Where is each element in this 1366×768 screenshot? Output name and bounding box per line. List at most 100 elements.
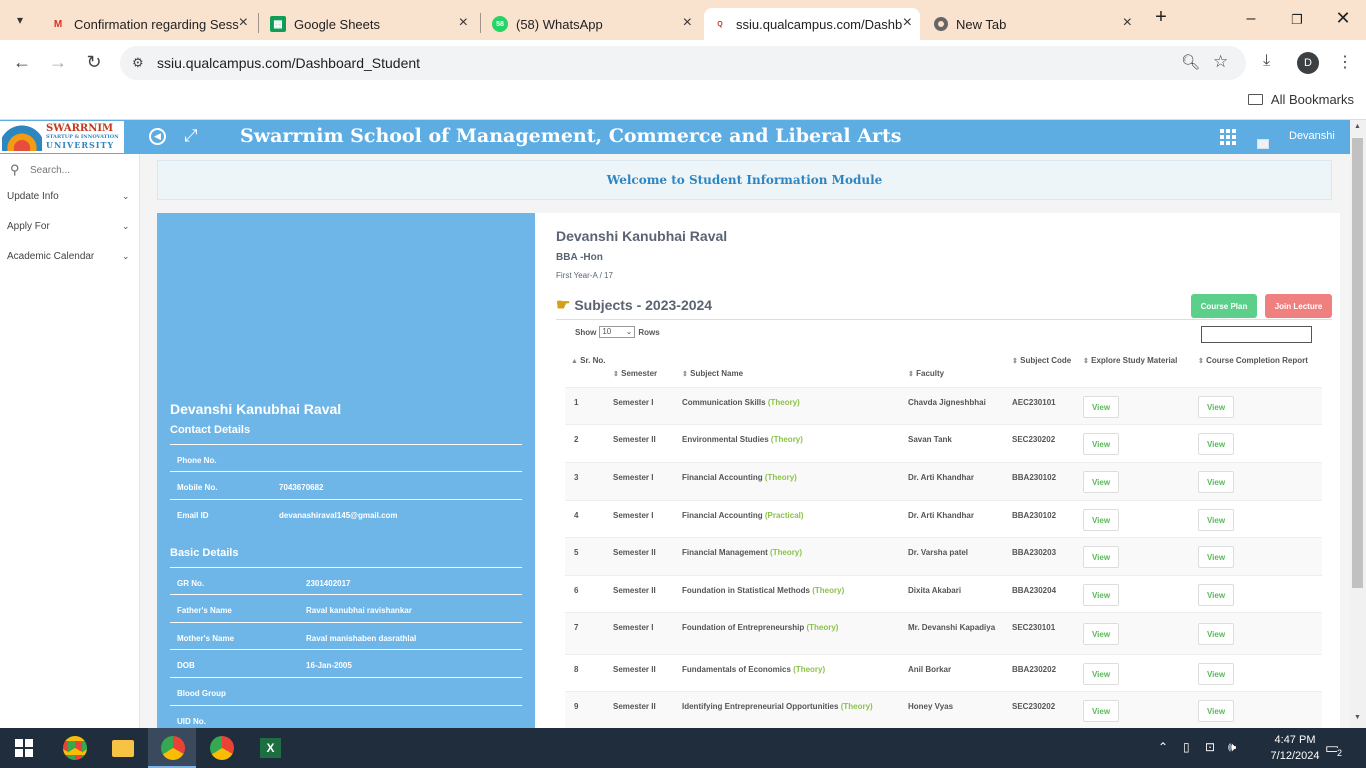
- back-button[interactable]: ←: [11, 52, 33, 73]
- logo-text: SWARRNIM STARTUP & INNOVATION UNIVERSITY: [46, 123, 119, 151]
- chevron-down-icon[interactable]: ⌄: [122, 221, 130, 232]
- view-completion-report-button[interactable]: View: [1198, 663, 1234, 685]
- close-icon[interactable]: ×: [683, 14, 692, 32]
- network-icon[interactable]: ⊡: [1205, 740, 1215, 754]
- fullscreen-icon[interactable]: ⤢: [184, 126, 198, 146]
- download-icon[interactable]: ⤓: [1263, 52, 1270, 70]
- tab-whatsapp[interactable]: 58 (58) WhatsApp ×: [484, 8, 700, 40]
- minimize-button[interactable]: –: [1241, 10, 1261, 28]
- chrome-profile-h-icon[interactable]: [210, 736, 234, 760]
- column-header-faculty[interactable]: ⇕ Faculty: [908, 367, 944, 381]
- cell-semester: Semester II: [613, 665, 656, 674]
- contact-row: Phone No.: [170, 444, 522, 471]
- zoom-icon[interactable]: 🔍︎: [1181, 53, 1200, 71]
- tab-title: (58) WhatsApp: [516, 16, 603, 32]
- chrome-profile-d-icon[interactable]: [161, 736, 185, 760]
- sidebar-item-update-info[interactable]: Update Info: [7, 191, 59, 202]
- collapse-sidebar-icon[interactable]: ◀: [149, 128, 166, 145]
- header-username[interactable]: Devanshi: [1289, 130, 1335, 142]
- tab-google-sheets[interactable]: ▦ Google Sheets ×: [260, 8, 476, 40]
- tab-title: ssiu.qualcampus.com/Dashb: [736, 16, 903, 32]
- column-header-study-material[interactable]: ⇕ Explore Study Material: [1083, 354, 1183, 368]
- sidebar-item-academic-calendar[interactable]: Academic Calendar: [7, 251, 94, 262]
- column-header-subject-name[interactable]: ⇕ Subject Name: [682, 367, 743, 381]
- profile-avatar[interactable]: D: [1297, 52, 1319, 74]
- volume-icon[interactable]: 🕪︎: [1228, 739, 1236, 755]
- restore-button[interactable]: ❐: [1287, 12, 1307, 28]
- tab-new-tab[interactable]: New Tab ×: [924, 8, 1140, 40]
- view-study-material-button[interactable]: View: [1083, 396, 1119, 418]
- new-tab-button[interactable]: +: [1151, 6, 1171, 29]
- excel-icon[interactable]: X: [260, 738, 281, 758]
- view-completion-report-button[interactable]: View: [1198, 471, 1234, 493]
- view-study-material-button[interactable]: View: [1083, 471, 1119, 493]
- menu-icon[interactable]: ⋮: [1337, 52, 1353, 72]
- view-completion-report-button[interactable]: View: [1198, 584, 1234, 606]
- cell-sr-no: 9: [574, 702, 579, 711]
- cell-subject-code: BBA230102: [1012, 511, 1057, 520]
- column-header-subject-code[interactable]: ⇕ Subject Code: [1012, 354, 1072, 368]
- chevron-down-icon[interactable]: ⌄: [122, 251, 130, 262]
- view-study-material-button[interactable]: View: [1083, 433, 1119, 455]
- scrollbar-thumb[interactable]: [1352, 138, 1363, 588]
- sidebar-item-apply-for[interactable]: Apply For: [7, 221, 50, 232]
- page-size-select[interactable]: 10 ⌄: [599, 326, 636, 338]
- view-completion-report-button[interactable]: View: [1198, 623, 1234, 645]
- chevron-up-icon[interactable]: ⌃: [1158, 740, 1168, 754]
- view-completion-report-button[interactable]: View: [1198, 396, 1234, 418]
- sidebar: [0, 154, 140, 728]
- close-icon[interactable]: ×: [239, 14, 248, 32]
- windows-start-icon[interactable]: [15, 739, 33, 757]
- column-header-completion-report[interactable]: ⇕ Course Completion Report: [1198, 354, 1308, 368]
- cell-sr-no: 8: [574, 665, 579, 674]
- university-logo[interactable]: SWARRNIM STARTUP & INNOVATION UNIVERSITY: [0, 121, 124, 153]
- view-completion-report-button[interactable]: View: [1198, 546, 1234, 568]
- close-window-button[interactable]: ✕: [1333, 8, 1353, 29]
- join-lecture-button[interactable]: Join Lecture: [1265, 294, 1332, 318]
- cell-faculty: Anil Borkar: [908, 665, 952, 674]
- column-header-sr-no[interactable]: ▲ Sr. No.: [571, 354, 608, 368]
- view-study-material-button[interactable]: View: [1083, 700, 1119, 722]
- forward-button[interactable]: →: [47, 52, 69, 73]
- view-study-material-button[interactable]: View: [1083, 509, 1119, 531]
- taskbar-clock[interactable]: 4:47 PM 7/12/2024: [1270, 732, 1320, 764]
- close-icon[interactable]: ×: [1123, 14, 1132, 32]
- tab-gmail[interactable]: M Confirmation regarding Sess ×: [40, 8, 256, 40]
- view-study-material-button[interactable]: View: [1083, 663, 1119, 685]
- profile-name: Devanshi Kanubhai Raval: [170, 401, 342, 417]
- sidebar-search-input[interactable]: [30, 163, 130, 177]
- table-search-input[interactable]: [1201, 326, 1312, 343]
- cell-subject-code: SEC230202: [1012, 435, 1056, 444]
- folder-icon: [1247, 94, 1263, 105]
- view-completion-report-button[interactable]: View: [1198, 700, 1234, 722]
- apps-grid-icon[interactable]: [1220, 129, 1236, 145]
- contact-row: Mobile No. 7043670682: [170, 471, 522, 498]
- close-icon[interactable]: ×: [903, 14, 912, 32]
- chevron-down-icon[interactable]: ⌄: [122, 191, 130, 202]
- view-study-material-button[interactable]: View: [1083, 584, 1119, 606]
- reload-button[interactable]: ↻: [83, 52, 105, 73]
- file-explorer-icon[interactable]: [112, 740, 134, 757]
- view-completion-report-button[interactable]: View: [1198, 509, 1234, 531]
- user-avatar[interactable]: [1257, 139, 1269, 149]
- chrome-taskbar-icon[interactable]: [63, 736, 87, 760]
- sort-icon: ⇕: [613, 371, 619, 378]
- tab-search-icon[interactable]: ▾: [8, 8, 32, 32]
- cell-semester: Semester I: [613, 398, 654, 407]
- all-bookmarks[interactable]: All Bookmarks: [1247, 92, 1354, 107]
- view-study-material-button[interactable]: View: [1083, 623, 1119, 645]
- site-info-icon[interactable]: ⚙: [132, 55, 144, 71]
- course-plan-button[interactable]: Course Plan: [1191, 294, 1257, 318]
- cell-semester: Semester II: [613, 586, 656, 595]
- view-study-material-button[interactable]: View: [1083, 546, 1119, 568]
- basic-row: Father's Name Raval kanubhai ravishankar: [170, 594, 522, 621]
- column-header-semester[interactable]: ⇕ Semester: [613, 367, 657, 381]
- scroll-down-icon[interactable]: ▼: [1354, 714, 1361, 721]
- cell-subject-code: AEC230101: [1012, 398, 1056, 407]
- bookmark-star-icon[interactable]: ☆: [1213, 52, 1228, 72]
- close-icon[interactable]: ×: [459, 14, 468, 32]
- scroll-up-icon[interactable]: ▲: [1354, 123, 1361, 130]
- tab-qualcampus[interactable]: Q ssiu.qualcampus.com/Dashb ×: [704, 8, 920, 40]
- view-completion-report-button[interactable]: View: [1198, 433, 1234, 455]
- battery-icon[interactable]: ▯: [1183, 740, 1190, 754]
